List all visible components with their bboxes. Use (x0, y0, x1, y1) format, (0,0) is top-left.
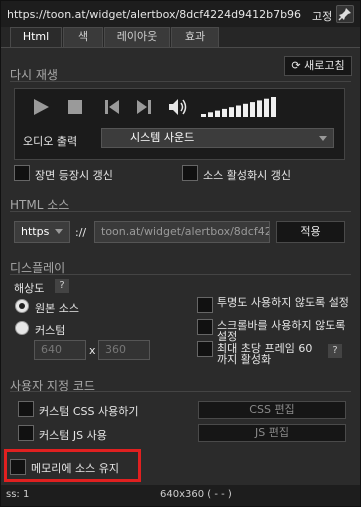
audio-output-select[interactable]: 시스템 사운드 (101, 128, 334, 148)
scrollbar-checkbox[interactable] (197, 319, 213, 335)
custom-css-checkbox[interactable] (18, 401, 34, 417)
volume-bar (264, 98, 269, 117)
tab-layout[interactable]: 레이아웃 (104, 27, 170, 47)
resolution-label: 해상도 (14, 282, 45, 295)
volume-bar (236, 105, 241, 117)
volume-bar (201, 114, 206, 117)
divider (10, 274, 351, 275)
chevron-down-icon (55, 229, 63, 234)
stop-icon[interactable] (67, 99, 83, 115)
refresh-label: 새로고침 (304, 59, 345, 72)
audio-output-value: 시스템 사운드 (130, 131, 195, 144)
refresh-on-scene-label: 장면 등장시 갱신 (35, 169, 113, 182)
protocol-value: https (21, 225, 50, 238)
divider (10, 391, 351, 392)
resolution-x-label: x (89, 344, 96, 357)
protocol-separator: :// (75, 226, 87, 239)
transparency-checkbox[interactable] (197, 297, 213, 313)
css-edit-button[interactable]: CSS 편집 (198, 401, 346, 419)
refresh-on-source-label: 소스 활성화시 갱신 (203, 169, 291, 182)
volume-bar (243, 103, 248, 117)
volume-slider[interactable] (201, 95, 279, 117)
volume-bar (257, 100, 262, 117)
tab-html[interactable]: Html (10, 27, 62, 47)
status-center: 640x360 ( - - ) (160, 489, 232, 500)
custom-resolution-radio[interactable] (15, 321, 29, 335)
refresh-on-scene-checkbox[interactable] (14, 165, 30, 181)
next-icon[interactable] (135, 98, 153, 116)
protocol-select[interactable]: https (14, 221, 70, 243)
volume-bar (271, 97, 276, 117)
custom-css-label: 커스텀 CSS 사용하기 (39, 405, 139, 418)
pin-label: 고정 (312, 10, 333, 23)
original-source-radio[interactable] (15, 299, 29, 313)
browser-source-window: https :// toon.at/widget/alertbox/8dcf4224… (0, 0, 361, 507)
status-left: ss: 1 (6, 489, 30, 500)
settings-panel: 다시 재생 ⟳ 새로고침 오디오 출력 시스템 사운드 장면 등장시 갱신 소스… (1, 47, 360, 485)
apply-button[interactable]: 적용 (276, 221, 345, 243)
transparency-label: 투명도 사용하지 않도록 설정 (217, 296, 349, 309)
custom-js-checkbox[interactable] (18, 425, 34, 441)
highlight-box (4, 449, 141, 482)
play-icon[interactable] (31, 97, 51, 117)
custom-js-label: 커스텀 JS 사용 (39, 429, 107, 442)
original-source-label: 원본 소스 (35, 302, 79, 315)
help-icon[interactable]: ? (55, 279, 69, 293)
width-input[interactable]: 640 (34, 340, 86, 360)
scrollbar-label: 스크롤바를 사용하지 않도록 설정 (217, 319, 346, 343)
volume-bar (250, 102, 255, 117)
tab-color[interactable]: 색 (63, 27, 103, 47)
max-fps-label: 최대 초당 프레임 60 까지 활성화 (217, 342, 313, 366)
volume-bar (215, 110, 220, 117)
previous-icon[interactable] (103, 98, 121, 116)
chevron-down-icon (319, 136, 327, 141)
radio-dot (19, 303, 25, 309)
refresh-button[interactable]: ⟳ 새로고침 (284, 56, 352, 76)
refresh-on-source-checkbox[interactable] (182, 165, 198, 181)
volume-icon[interactable] (167, 97, 189, 117)
title-bar: https://toon.at/widget/alertbox/8dcf4224… (1, 1, 360, 27)
divider (10, 81, 351, 82)
audio-output-label: 오디오 출력 (23, 135, 78, 148)
volume-bar (222, 108, 227, 117)
status-bar: ss: 1 640x360 ( - - ) (1, 485, 360, 506)
player-box: 오디오 출력 시스템 사운드 (14, 88, 345, 160)
window-title: https://toon.at/widget/alertbox/8dcf4224… (7, 8, 301, 21)
custom-resolution-label: 커스텀 (35, 324, 66, 337)
height-input[interactable]: 360 (98, 340, 150, 360)
tab-effects[interactable]: 효과 (171, 27, 219, 47)
pin-icon[interactable] (336, 5, 354, 23)
volume-bar (208, 112, 213, 117)
divider (10, 211, 351, 212)
volume-bar (229, 107, 234, 117)
js-edit-button[interactable]: JS 편집 (198, 424, 346, 442)
help-icon[interactable]: ? (328, 344, 342, 358)
max-fps-checkbox[interactable] (197, 341, 213, 357)
url-field[interactable]: toon.at/widget/alertbox/8dcf4224d (94, 221, 270, 243)
refresh-icon: ⟳ (291, 59, 301, 72)
